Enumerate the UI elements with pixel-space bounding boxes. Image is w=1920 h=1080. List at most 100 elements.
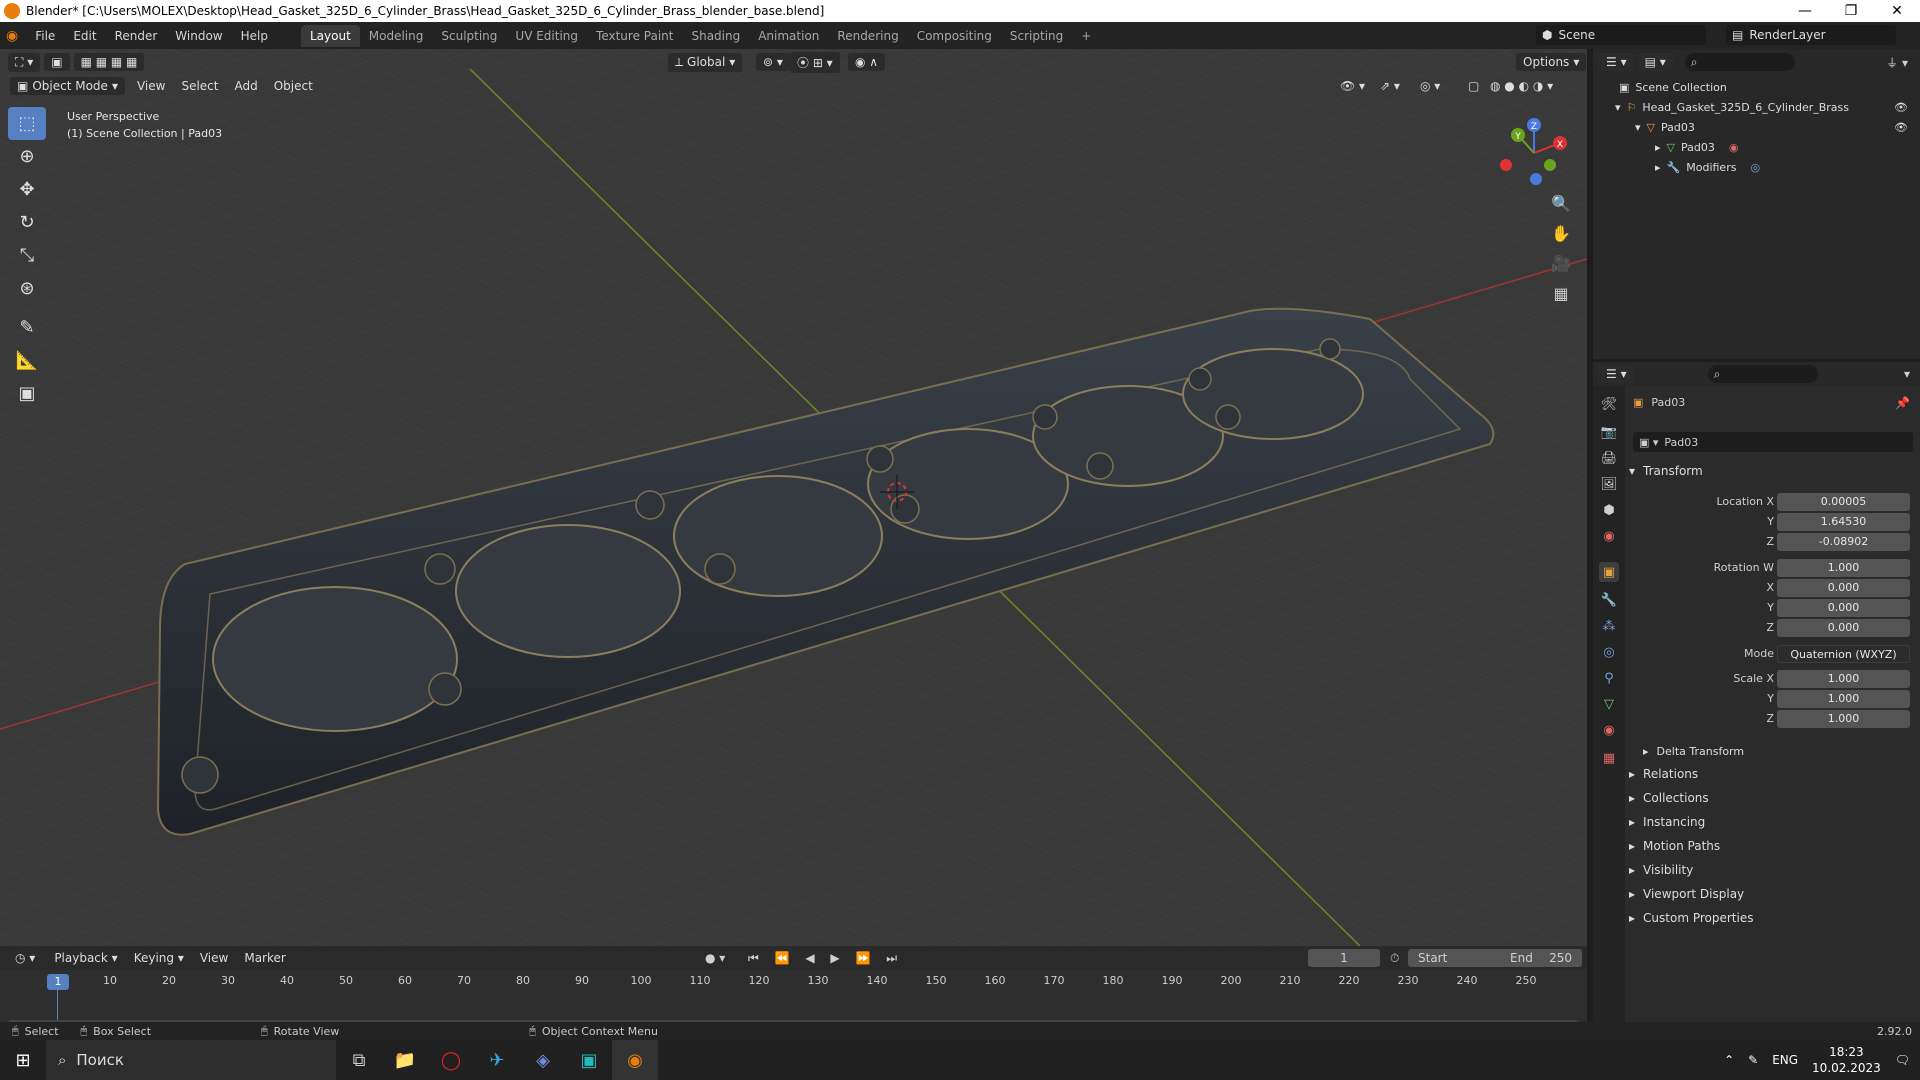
pen-icon[interactable]: ✎ xyxy=(1748,1053,1758,1067)
close-icon[interactable]: ✕ xyxy=(1874,3,1920,19)
tab-scripting[interactable]: Scripting xyxy=(1001,25,1072,47)
tab-sculpting[interactable]: Sculpting xyxy=(432,25,506,47)
shading-modes[interactable]: ◍ ● ◐ ◑ ▾ xyxy=(1482,77,1561,95)
tab-compositing[interactable]: Compositing xyxy=(908,25,1001,47)
relations-panel[interactable]: ▸ Relations xyxy=(1629,763,1919,785)
camera-view-icon[interactable]: 🎥 xyxy=(1547,249,1575,277)
rotation-y-field[interactable]: 0.000 xyxy=(1777,599,1910,617)
tab-layout[interactable]: Layout xyxy=(300,24,360,47)
world-tab-icon[interactable]: ◉ xyxy=(1599,526,1619,546)
telegram-icon[interactable]: ✈ xyxy=(474,1040,520,1080)
task-view-icon[interactable]: ⧉ xyxy=(336,1040,382,1080)
outliner-collection-row[interactable]: ▾ ⚐ Head_Gasket_325D_6_Cylinder_Brass 👁 xyxy=(1593,97,1920,117)
menu-view[interactable]: View xyxy=(129,77,173,95)
gizmo-toggle[interactable]: ⇗ ▾ xyxy=(1372,77,1408,95)
rotation-mode-dropdown[interactable]: Quaternion (WXYZ) xyxy=(1777,645,1910,663)
outliner-editor-type[interactable]: ☰ ▾ xyxy=(1599,53,1634,71)
rotation-z-field[interactable]: 0.000 xyxy=(1777,619,1910,637)
outliner-mesh-data-row[interactable]: ▸ ▽ Pad03 ◉ xyxy=(1593,137,1920,157)
tab-rendering[interactable]: Rendering xyxy=(828,25,907,47)
editor-type-button[interactable]: ⛶ ▾ xyxy=(8,52,41,72)
texture-tab-icon[interactable]: ▦ xyxy=(1599,748,1619,768)
timeline-ruler[interactable]: 1 10 20 30 40 50 60 70 80 90 100 110 120 130 140 150 16… xyxy=(0,970,1587,1030)
record-icon[interactable]: ● ▾ xyxy=(705,951,725,965)
annotate-tool[interactable]: ✎ xyxy=(8,311,46,344)
timeline-editor-type[interactable]: ◷ ▾ xyxy=(8,949,43,967)
constraints-tab-icon[interactable]: ⚲ xyxy=(1599,668,1619,688)
measure-tool[interactable]: 📐 xyxy=(8,344,46,377)
transform-orientation-dropdown[interactable]: ⟂ Global ▾ xyxy=(668,52,743,72)
menu-object[interactable]: Object xyxy=(266,77,321,95)
tray-chevron-icon[interactable]: ⌃ xyxy=(1724,1053,1734,1067)
current-frame-field[interactable]: 1 xyxy=(1308,949,1380,967)
pivot-point-dropdown[interactable]: ⊚ ▾ xyxy=(756,53,790,71)
outliner-scene-collection[interactable]: ▣ Scene Collection xyxy=(1593,77,1920,97)
expand-icon[interactable]: ▾ xyxy=(1615,101,1621,114)
tab-modeling[interactable]: Modeling xyxy=(360,25,433,47)
menu-select[interactable]: Select xyxy=(173,77,226,95)
minimize-icon[interactable]: — xyxy=(1782,3,1828,19)
scale-y-field[interactable]: 1.000 xyxy=(1777,690,1910,708)
notifications-icon[interactable]: 🗨 xyxy=(1895,1053,1910,1067)
eye-icon[interactable]: 👁 xyxy=(1894,101,1908,114)
timeline-view-menu[interactable]: View xyxy=(192,949,236,967)
view-layer-selector[interactable]: ▤ RenderLayer xyxy=(1726,25,1896,45)
tab-animation[interactable]: Animation xyxy=(749,25,828,47)
app-icon[interactable]: ▣ xyxy=(566,1040,612,1080)
physics-tab-icon[interactable]: ◎ xyxy=(1599,642,1619,662)
outliner-search-input[interactable]: ⌕ xyxy=(1684,53,1795,71)
scale-tool[interactable]: ⤡ xyxy=(8,239,46,272)
taskbar-search-box[interactable]: ⌕ Поиск xyxy=(46,1040,336,1080)
render-tab-icon[interactable]: 📷 xyxy=(1599,422,1619,442)
menu-render[interactable]: Render xyxy=(106,29,167,43)
instancing-panel[interactable]: ▸ Instancing xyxy=(1629,811,1919,833)
viewport-display-panel[interactable]: ▸ Viewport Display xyxy=(1629,883,1919,905)
selection-mode-toggles[interactable]: ▦ ▦ ▦ ▦ xyxy=(73,53,145,71)
tool-tab-icon[interactable]: 🛠 xyxy=(1599,394,1619,414)
language-indicator[interactable]: ENG xyxy=(1772,1053,1798,1067)
tab-uv-editing[interactable]: UV Editing xyxy=(506,25,587,47)
select-box-tool[interactable]: ⬚ xyxy=(8,107,46,140)
delta-transform-subpanel[interactable]: ▸ Delta Transform xyxy=(1643,740,1920,762)
expand-icon[interactable]: ▸ xyxy=(1655,161,1661,174)
material-tab-icon[interactable]: ◉ xyxy=(1599,720,1619,740)
scale-x-field[interactable]: 1.000 xyxy=(1777,670,1910,688)
marker-menu[interactable]: Marker xyxy=(236,949,293,967)
move-tool[interactable]: ✥ xyxy=(8,173,46,206)
outliner-modifiers-row[interactable]: ▸ 🔧 Modifiers ◎ xyxy=(1593,157,1920,177)
file-explorer-icon[interactable]: 📁 xyxy=(382,1040,428,1080)
outliner-object-row[interactable]: ▾ ▽ Pad03 👁 xyxy=(1593,117,1920,137)
object-tab-icon[interactable]: ▣ xyxy=(1599,562,1619,582)
transform-tool[interactable]: ⊛ xyxy=(8,272,46,305)
output-tab-icon[interactable]: 🖨 xyxy=(1599,448,1619,468)
tab-shading[interactable]: Shading xyxy=(682,25,749,47)
properties-editor-type[interactable]: ☰ ▾ xyxy=(1599,365,1634,383)
view-layer-tab-icon[interactable]: 🖼 xyxy=(1599,474,1619,494)
proportional-editing-toggle[interactable]: ◉ ∧ xyxy=(848,53,886,71)
blender-menu-icon[interactable]: ◉ xyxy=(6,28,18,44)
opera-icon[interactable]: ◯ xyxy=(428,1040,474,1080)
location-z-field[interactable]: -0.08902 xyxy=(1777,533,1910,551)
scene-selector[interactable]: ⬢ Scene xyxy=(1536,25,1706,45)
pan-hand-icon[interactable]: ✋ xyxy=(1547,219,1575,247)
location-x-field[interactable]: 0.00005 xyxy=(1777,493,1910,511)
display-mode-button[interactable]: ▤ ▾ xyxy=(1637,53,1673,71)
select-mode-button[interactable]: ▣ xyxy=(44,53,70,71)
expand-icon[interactable]: ▸ xyxy=(1655,141,1661,154)
menu-help[interactable]: Help xyxy=(232,29,277,43)
menu-file[interactable]: File xyxy=(26,29,64,43)
playback-menu[interactable]: Playback ▾ xyxy=(46,949,125,967)
collections-panel[interactable]: ▸ Collections xyxy=(1629,787,1919,809)
scene-tab-icon[interactable]: ⬢ xyxy=(1599,500,1619,520)
filter-icon[interactable]: ⏚ ▾ xyxy=(1886,54,1908,71)
data-tab-icon[interactable]: ▽ xyxy=(1599,694,1619,714)
rotation-w-field[interactable]: 1.000 xyxy=(1777,559,1910,577)
blender-taskbar-icon[interactable]: ◉ xyxy=(612,1040,658,1080)
visibility-panel[interactable]: ▸ Visibility xyxy=(1629,859,1919,881)
restore-icon[interactable]: ❐ xyxy=(1828,3,1874,19)
location-y-field[interactable]: 1.64530 xyxy=(1777,513,1910,531)
snapping-toggle[interactable]: ⦿ ⊞ ▾ xyxy=(790,51,840,73)
cursor-tool[interactable]: ⊕ xyxy=(8,140,46,173)
eye-icon[interactable]: 👁 xyxy=(1894,121,1908,134)
visibility-toggle[interactable]: 👁 ▾ xyxy=(1332,77,1373,95)
